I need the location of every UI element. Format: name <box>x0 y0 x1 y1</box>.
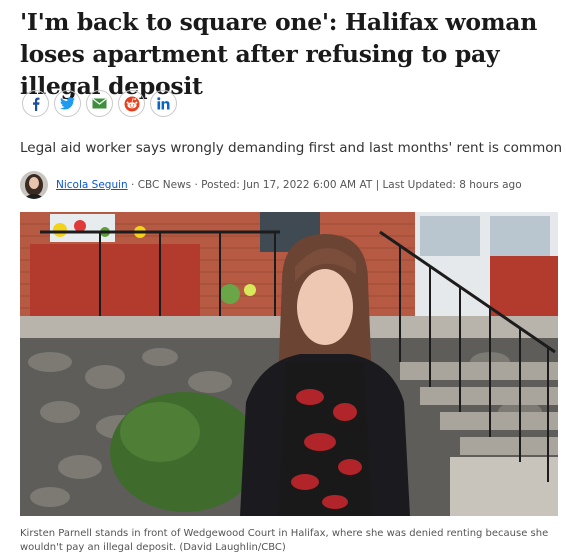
separator: · <box>127 179 138 191</box>
author-link[interactable]: Nicola Seguin <box>56 179 128 191</box>
reddit-icon <box>124 96 139 111</box>
article-page: 'I'm back to square one': Halifax woman … <box>0 0 566 559</box>
posted-label: Posted: <box>201 179 240 191</box>
last-updated-time: 8 hours ago <box>459 179 522 191</box>
share-facebook-button[interactable] <box>22 90 49 117</box>
separator: · <box>191 179 202 191</box>
share-twitter-button[interactable] <box>54 90 81 117</box>
email-icon <box>92 98 107 109</box>
article-headline: 'I'm back to square one': Halifax woman … <box>20 8 538 100</box>
posted-date: Jun 17, 2022 6:00 AM AT <box>243 179 373 191</box>
share-reddit-button[interactable] <box>118 90 145 117</box>
article-photo <box>20 212 558 516</box>
linkedin-icon <box>157 97 170 110</box>
article-source: CBC News <box>137 179 192 191</box>
separator: | <box>372 179 383 191</box>
share-linkedin-button[interactable] <box>150 90 177 117</box>
author-avatar[interactable] <box>20 171 48 199</box>
byline: Nicola Seguin · CBC News · Posted: Jun 1… <box>20 171 522 199</box>
last-updated-label: Last Updated: <box>382 179 456 191</box>
share-bar <box>22 90 177 117</box>
twitter-icon <box>60 97 75 110</box>
facebook-icon <box>32 97 39 111</box>
share-email-button[interactable] <box>86 90 113 117</box>
article-subheadline: Legal aid worker says wrongly demanding … <box>20 140 563 156</box>
photo-caption: Kirsten Parnell stands in front of Wedge… <box>20 528 549 553</box>
